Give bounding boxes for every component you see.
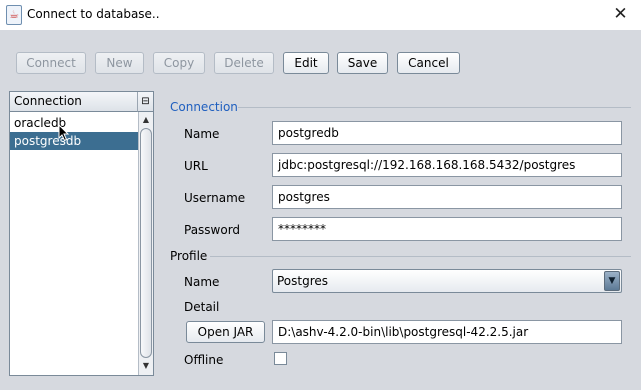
scroll-thumb[interactable]	[140, 128, 152, 358]
list-item-oracledb[interactable]: oracledb	[10, 114, 138, 132]
profile-select[interactable]: Postgres ▼	[272, 269, 622, 293]
window-title: Connect to database..	[27, 7, 160, 21]
connection-section-divider	[238, 107, 631, 108]
offline-checkbox[interactable]	[274, 352, 287, 365]
cancel-button[interactable]: Cancel	[397, 52, 460, 74]
delete-button[interactable]: Delete	[214, 52, 274, 74]
username-label: Username	[184, 191, 246, 205]
close-icon[interactable]: ✕	[600, 0, 641, 30]
profile-select-value: Postgres	[277, 274, 329, 288]
save-button[interactable]: Save	[337, 52, 388, 74]
list-scrollbar[interactable]: ▲ ▼	[138, 112, 153, 375]
new-button[interactable]: New	[95, 52, 144, 74]
name-field[interactable]: postgredb	[272, 121, 622, 145]
password-field[interactable]: ********	[272, 217, 622, 241]
edit-button[interactable]: Edit	[283, 52, 329, 74]
scroll-down-icon[interactable]: ▼	[139, 359, 153, 373]
java-cup-icon: ☕	[6, 5, 22, 25]
title-bar: ☕ Connect to database.. ✕	[0, 0, 641, 30]
profile-section-divider	[210, 256, 631, 257]
list-item-postgresdb[interactable]: postgresdb	[10, 132, 138, 150]
offline-label: Offline	[184, 353, 224, 367]
profile-name-label: Name	[184, 275, 220, 289]
mouse-cursor-icon	[58, 124, 70, 142]
connection-list: Connection ⊟ oracledb postgresdb ▲ ▼	[9, 91, 154, 376]
connection-list-header[interactable]: Connection	[10, 92, 138, 112]
username-field[interactable]: postgres	[272, 185, 622, 209]
password-label: Password	[184, 223, 241, 237]
scroll-up-icon[interactable]: ▲	[139, 113, 153, 127]
name-label: Name	[184, 127, 220, 141]
profile-section-title: Profile	[170, 249, 208, 263]
url-field[interactable]: jdbc:postgresql://192.168.168.168.5432/p…	[272, 153, 622, 177]
jar-path-field[interactable]: D:\ashv-4.2.0-bin\lib\postgresql-42.2.5.…	[272, 320, 622, 344]
table-corner-menu-icon[interactable]: ⊟	[138, 92, 153, 112]
connection-section-title: Connection	[170, 100, 238, 114]
copy-button[interactable]: Copy	[153, 52, 205, 74]
detail-label: Detail	[184, 300, 220, 314]
connect-button[interactable]: Connect	[16, 52, 86, 74]
chevron-down-icon[interactable]: ▼	[604, 271, 620, 291]
open-jar-button[interactable]: Open JAR	[186, 321, 265, 343]
url-label: URL	[184, 159, 208, 173]
